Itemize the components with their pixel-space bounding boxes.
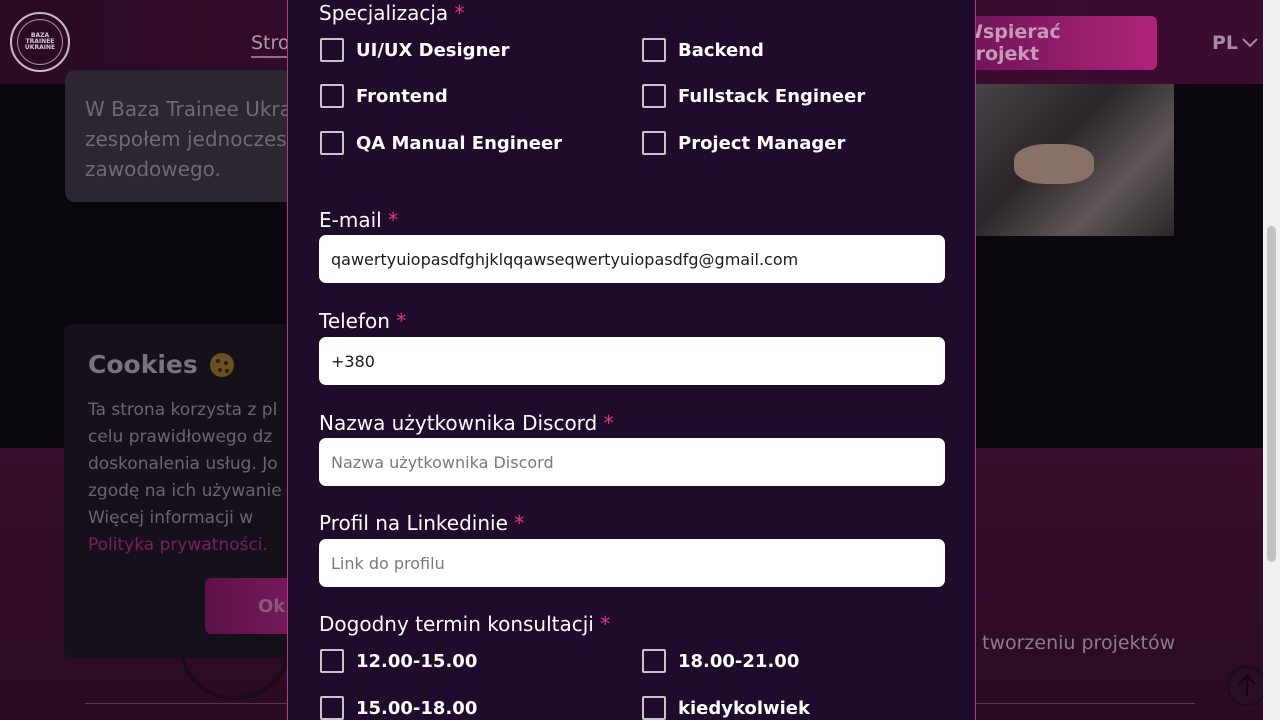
language-label: PL — [1212, 32, 1239, 54]
cookie-icon — [209, 352, 234, 377]
intro-card: W Baza Trainee Ukra zespołem jednoczes z… — [65, 70, 305, 202]
checkbox-label: Fullstack Engineer — [678, 85, 866, 107]
consultation-option-18-21[interactable]: 18.00-21.00 — [642, 649, 799, 673]
phone-label-text: Telefon — [319, 309, 390, 333]
checkbox-label: 18.00-21.00 — [678, 650, 800, 672]
required-marker: * — [603, 411, 614, 435]
cookies-title: Cookies — [88, 350, 304, 379]
checkbox[interactable] — [320, 131, 344, 155]
checkbox[interactable] — [642, 649, 666, 673]
required-marker: * — [600, 612, 611, 636]
checkbox-label: 12.00-15.00 — [356, 650, 478, 672]
consultation-label: Dogodny termin konsultacji * — [319, 612, 610, 636]
discord-label-text: Nazwa użytkownika Discord — [319, 411, 598, 435]
checkbox-label: Project Manager — [678, 132, 846, 154]
scroll-to-top-button[interactable] — [1227, 666, 1267, 706]
specialization-option-backend[interactable]: Backend — [642, 38, 764, 62]
checkbox[interactable] — [642, 696, 666, 720]
checkbox[interactable] — [642, 131, 666, 155]
checkbox-label: 15.00-18.00 — [356, 697, 478, 719]
discord-username-field[interactable] — [319, 438, 945, 486]
intro-text: W Baza Trainee Ukra zespołem jednoczes z… — [85, 97, 292, 181]
cookies-title-text: Cookies — [88, 350, 198, 379]
specialization-option-frontend[interactable]: Frontend — [320, 84, 448, 108]
email-label: E-mail * — [319, 208, 398, 232]
checkbox[interactable] — [320, 649, 344, 673]
checkbox-label: UI/UX Designer — [356, 39, 510, 61]
privacy-policy-link[interactable]: Polityka prywatności. — [88, 535, 268, 555]
checkbox[interactable] — [320, 38, 344, 62]
required-marker: * — [454, 1, 465, 25]
specialization-option-uiux[interactable]: UI/UX Designer — [320, 38, 509, 62]
specialization-option-fullstack[interactable]: Fullstack Engineer — [642, 84, 865, 108]
photo-detail — [1014, 144, 1094, 184]
required-marker: * — [514, 511, 525, 535]
required-marker: * — [396, 309, 407, 333]
cookies-banner: Cookies Ta strona korzysta z pl celu pra… — [64, 324, 305, 658]
cookies-text: Ta strona korzysta z pl celu prawidłoweg… — [88, 400, 282, 528]
linkedin-label: Profil na Linkedinie * — [319, 511, 524, 535]
language-selector[interactable]: PL — [1212, 32, 1258, 54]
discord-label: Nazwa użytkownika Discord * — [319, 411, 614, 435]
hero-photo — [974, 84, 1174, 236]
specialization-option-pm[interactable]: Project Manager — [642, 131, 845, 155]
specialization-option-qa[interactable]: QA Manual Engineer — [320, 131, 562, 155]
consultation-option-anytime[interactable]: kiedykolwiek — [642, 696, 810, 720]
checkbox-label: Frontend — [356, 85, 448, 107]
linkedin-profile-field[interactable] — [319, 539, 945, 587]
phone-label: Telefon * — [319, 309, 406, 333]
checkbox[interactable] — [642, 84, 666, 108]
application-form-modal: Specjalizacja * UI/UX Designer Backend F… — [287, 0, 976, 720]
email-field[interactable] — [319, 235, 945, 283]
checkbox-label: QA Manual Engineer — [356, 132, 563, 154]
section-text: tworzeniu projektów — [982, 632, 1176, 654]
page-scrollbar[interactable] — [1263, 0, 1280, 720]
site-logo[interactable]: BAZA TRAINEE UKRAINE — [10, 12, 70, 72]
checkbox-label: Backend — [678, 39, 764, 61]
checkbox[interactable] — [320, 696, 344, 720]
consultation-label-text: Dogodny termin konsultacji — [319, 612, 594, 636]
consultation-option-15-18[interactable]: 15.00-18.00 — [320, 696, 477, 720]
nav-link-home[interactable]: Stro — [251, 32, 290, 58]
phone-field[interactable] — [319, 337, 945, 385]
scrollbar-thumb[interactable] — [1267, 226, 1276, 562]
specialization-label: Specjalizacja * — [319, 1, 465, 25]
arrow-up-icon — [1238, 674, 1256, 696]
specialization-label-text: Specjalizacja — [319, 1, 449, 25]
email-label-text: E-mail — [319, 208, 382, 232]
checkbox[interactable] — [642, 38, 666, 62]
linkedin-label-text: Profil na Linkedinie — [319, 511, 508, 535]
checkbox[interactable] — [320, 84, 344, 108]
checkbox-label: kiedykolwiek — [678, 697, 810, 719]
support-project-button[interactable]: Wspierać projekt — [962, 16, 1157, 70]
consultation-option-12-15[interactable]: 12.00-15.00 — [320, 649, 477, 673]
chevron-down-icon — [1242, 38, 1258, 48]
logo-text: BAZA TRAINEE UKRAINE — [24, 32, 56, 51]
required-marker: * — [388, 208, 399, 232]
